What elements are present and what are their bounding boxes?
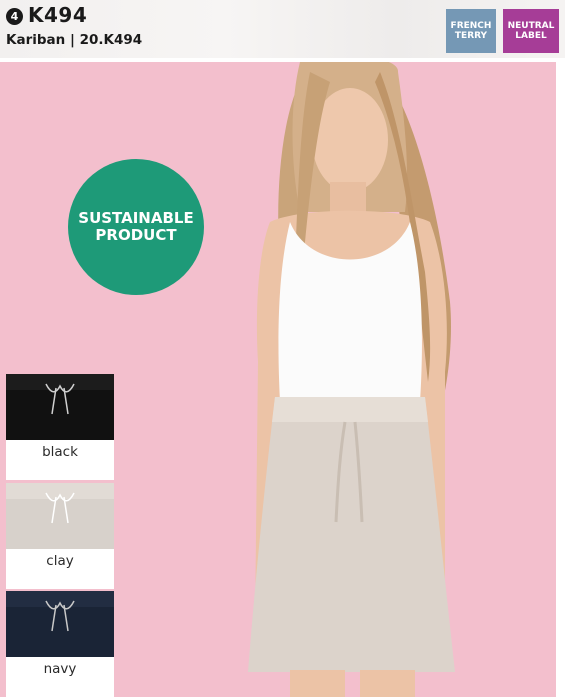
sustainable-product-badge: SUSTAINABLE PRODUCT <box>68 159 204 295</box>
french-terry-badge: FRENCH TERRY <box>446 9 496 53</box>
swatch-image-clay <box>6 483 114 549</box>
color-swatch-navy[interactable]: navy <box>6 591 114 697</box>
product-title: K494 <box>28 3 88 27</box>
swatch-image-navy <box>6 591 114 657</box>
header-bar: 4 K494 Kariban | 20.K494 FRENCH TERRY NE… <box>0 0 565 58</box>
swatch-label-clay: clay <box>46 553 74 569</box>
french-terry-line1: FRENCH <box>450 21 492 31</box>
sustainable-line1: SUSTAINABLE <box>78 209 194 227</box>
product-subtitle: Kariban | 20.K494 <box>6 32 143 48</box>
color-swatch-black[interactable]: black <box>6 374 114 480</box>
neutral-label-line1: NEUTRAL <box>507 21 555 31</box>
neutral-label-badge: NEUTRAL LABEL <box>503 9 559 53</box>
color-swatch-clay[interactable]: clay <box>6 483 114 589</box>
swatch-image-black <box>6 374 114 440</box>
swatch-label-navy: navy <box>43 661 77 677</box>
french-terry-line2: TERRY <box>454 31 488 41</box>
item-number-badge: 4 <box>6 8 23 25</box>
swatch-label-black: black <box>42 444 78 460</box>
neutral-label-line2: LABEL <box>515 31 547 41</box>
sustainable-line2: PRODUCT <box>95 226 177 244</box>
